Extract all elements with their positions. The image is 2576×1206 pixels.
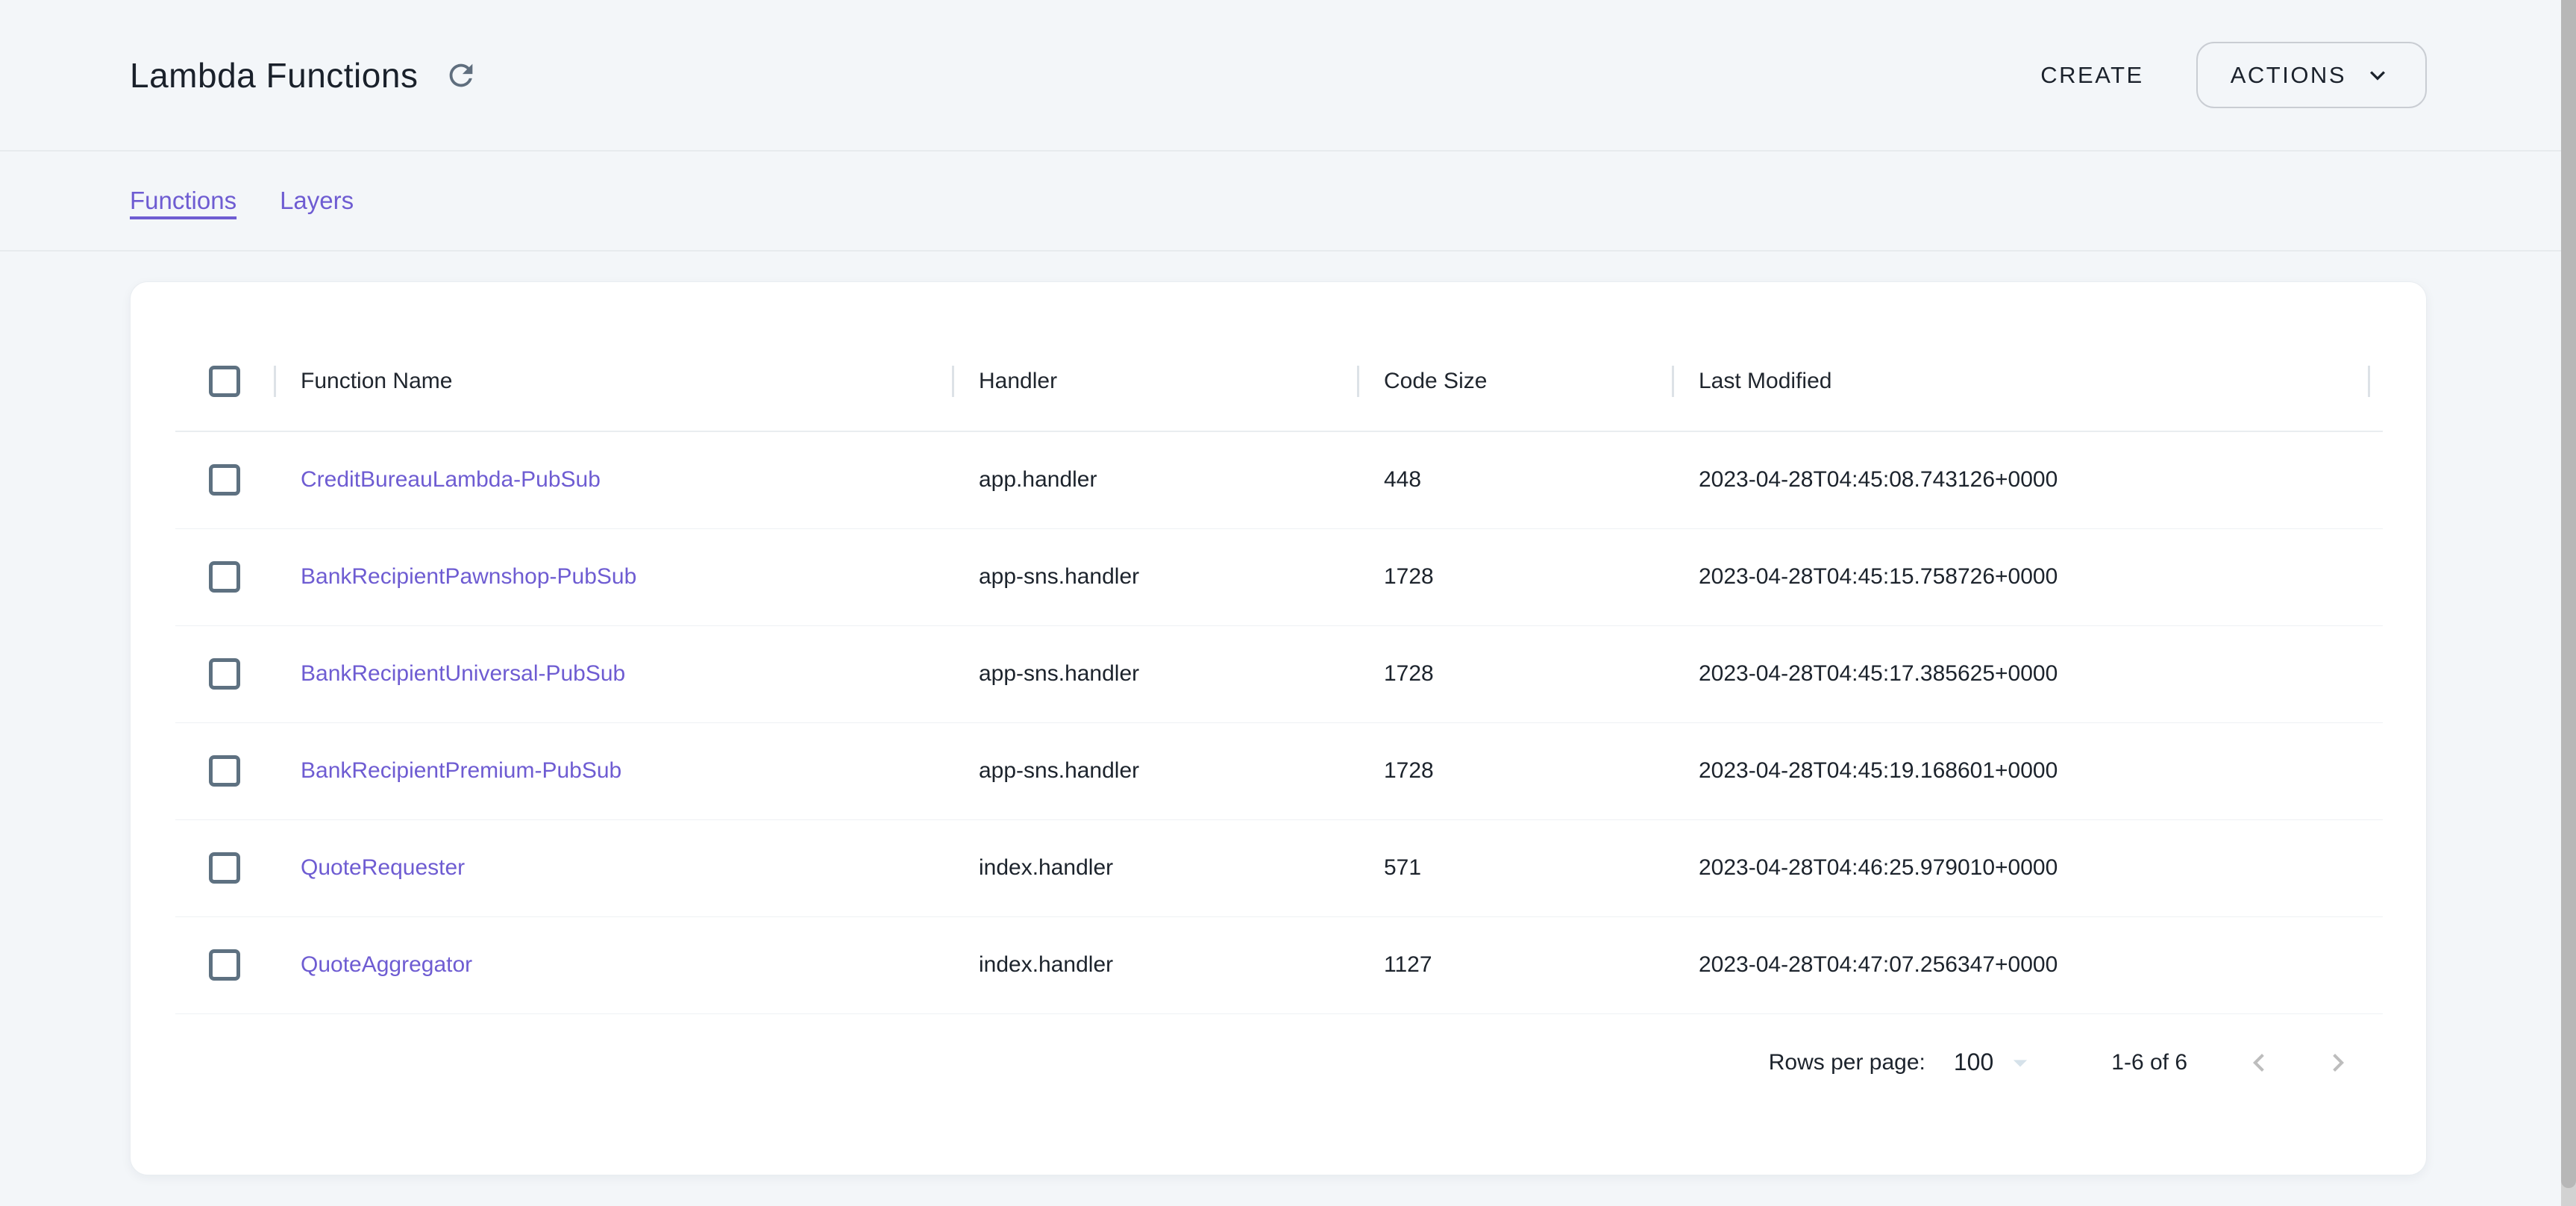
last-modified-cell: 2023-04-28T04:46:25.979010+0000: [1672, 819, 2368, 916]
table-row: BankRecipientPawnshop-PubSub app-sns.han…: [175, 528, 2383, 625]
table-body: CreditBureauLambda-PubSub app.handler 44…: [175, 431, 2383, 1013]
chevron-down-icon: [2363, 60, 2392, 90]
actions-button[interactable]: ACTIONS: [2196, 42, 2427, 108]
tab-bar: Functions Layers: [0, 151, 2576, 251]
column-header-last-modified[interactable]: Last Modified: [1672, 331, 2368, 431]
functions-table: Function Name Handler Code Size Last Mod…: [175, 331, 2383, 1014]
table-row: QuoteRequester index.handler 571 2023-04…: [175, 819, 2383, 916]
last-modified-cell: 2023-04-28T04:45:17.385625+0000: [1672, 625, 2368, 722]
rows-per-page-value: 100: [1954, 1049, 1993, 1076]
last-modified-cell: 2023-04-28T04:45:08.743126+0000: [1672, 431, 2368, 528]
refresh-icon: [444, 58, 478, 93]
pagination-bar: Rows per page: 100 1-6 of 6: [131, 1014, 2426, 1111]
function-name-link[interactable]: BankRecipientUniversal-PubSub: [301, 661, 625, 686]
row-checkbox-cell: [175, 625, 274, 722]
row-checkbox[interactable]: [209, 658, 240, 690]
function-name-cell: QuoteAggregator: [274, 916, 952, 1013]
row-checkbox-cell: [175, 819, 274, 916]
table-row: BankRecipientUniversal-PubSub app-sns.ha…: [175, 625, 2383, 722]
column-header-handler[interactable]: Handler: [952, 331, 1357, 431]
row-checkbox[interactable]: [209, 464, 240, 496]
function-name-link[interactable]: QuoteRequester: [301, 855, 465, 880]
scrollbar[interactable]: [2561, 0, 2576, 1206]
row-checkbox-cell: [175, 722, 274, 819]
previous-page-button[interactable]: [2238, 1042, 2280, 1084]
function-name-link[interactable]: BankRecipientPawnshop-PubSub: [301, 564, 636, 589]
last-modified-cell: 2023-04-28T04:47:07.256347+0000: [1672, 916, 2368, 1013]
handler-cell: app-sns.handler: [952, 722, 1357, 819]
code-size-cell: 1728: [1357, 528, 1672, 625]
table-row: QuoteAggregator index.handler 1127 2023-…: [175, 916, 2383, 1013]
handler-cell: index.handler: [952, 916, 1357, 1013]
stub-cell: [2368, 916, 2383, 1013]
tab-functions[interactable]: Functions: [130, 187, 236, 215]
code-size-cell: 1728: [1357, 722, 1672, 819]
chevron-left-icon: [2241, 1045, 2277, 1081]
rows-per-page-select[interactable]: 100: [1954, 1046, 2037, 1079]
page-header: Lambda Functions CREATE ACTIONS: [0, 0, 2576, 151]
table-row: CreditBureauLambda-PubSub app.handler 44…: [175, 431, 2383, 528]
refresh-button[interactable]: [440, 54, 482, 96]
table-header-row: Function Name Handler Code Size Last Mod…: [175, 331, 2383, 431]
title-wrap: Lambda Functions: [130, 54, 482, 96]
function-name-cell: BankRecipientPremium-PubSub: [274, 722, 952, 819]
row-checkbox[interactable]: [209, 755, 240, 787]
stub-cell: [2368, 819, 2383, 916]
row-checkbox-cell: [175, 528, 274, 625]
create-button[interactable]: CREATE: [2033, 47, 2151, 104]
column-header-code-size[interactable]: Code Size: [1357, 331, 1672, 431]
tab-layers[interactable]: Layers: [280, 187, 354, 215]
handler-cell: app-sns.handler: [952, 528, 1357, 625]
column-header-function-name[interactable]: Function Name: [274, 331, 952, 431]
row-checkbox-cell: [175, 431, 274, 528]
stub-cell: [2368, 722, 2383, 819]
function-name-cell: CreditBureauLambda-PubSub: [274, 431, 952, 528]
function-name-link[interactable]: BankRecipientPremium-PubSub: [301, 758, 621, 783]
table-row: BankRecipientPremium-PubSub app-sns.hand…: [175, 722, 2383, 819]
stub-cell: [2368, 528, 2383, 625]
chevron-right-icon: [2320, 1045, 2356, 1081]
select-all-checkbox[interactable]: [209, 366, 240, 397]
column-header-stub: [2368, 331, 2383, 431]
stub-cell: [2368, 625, 2383, 722]
function-name-cell: QuoteRequester: [274, 819, 952, 916]
stub-cell: [2368, 431, 2383, 528]
row-checkbox[interactable]: [209, 852, 240, 884]
function-name-link[interactable]: CreditBureauLambda-PubSub: [301, 467, 601, 492]
function-name-cell: BankRecipientPawnshop-PubSub: [274, 528, 952, 625]
scrollbar-thumb[interactable]: [2561, 0, 2576, 1188]
row-checkbox[interactable]: [209, 561, 240, 593]
next-page-button[interactable]: [2317, 1042, 2359, 1084]
function-name-link[interactable]: QuoteAggregator: [301, 952, 472, 977]
last-modified-cell: 2023-04-28T04:45:15.758726+0000: [1672, 528, 2368, 625]
code-size-cell: 571: [1357, 819, 1672, 916]
arrow-drop-down-icon: [2004, 1046, 2037, 1079]
select-all-header-cell: [175, 331, 274, 431]
handler-cell: app.handler: [952, 431, 1357, 528]
function-name-cell: BankRecipientUniversal-PubSub: [274, 625, 952, 722]
header-actions: CREATE ACTIONS: [2033, 42, 2427, 108]
handler-cell: app-sns.handler: [952, 625, 1357, 722]
code-size-cell: 448: [1357, 431, 1672, 528]
last-modified-cell: 2023-04-28T04:45:19.168601+0000: [1672, 722, 2368, 819]
pagination-range: 1-6 of 6: [2111, 1050, 2187, 1075]
row-checkbox[interactable]: [209, 949, 240, 981]
actions-button-label: ACTIONS: [2231, 62, 2346, 89]
code-size-cell: 1127: [1357, 916, 1672, 1013]
handler-cell: index.handler: [952, 819, 1357, 916]
row-checkbox-cell: [175, 916, 274, 1013]
rows-per-page-label: Rows per page:: [1769, 1050, 1925, 1075]
page-title: Lambda Functions: [130, 55, 418, 96]
functions-table-card: Function Name Handler Code Size Last Mod…: [130, 281, 2427, 1175]
code-size-cell: 1728: [1357, 625, 1672, 722]
